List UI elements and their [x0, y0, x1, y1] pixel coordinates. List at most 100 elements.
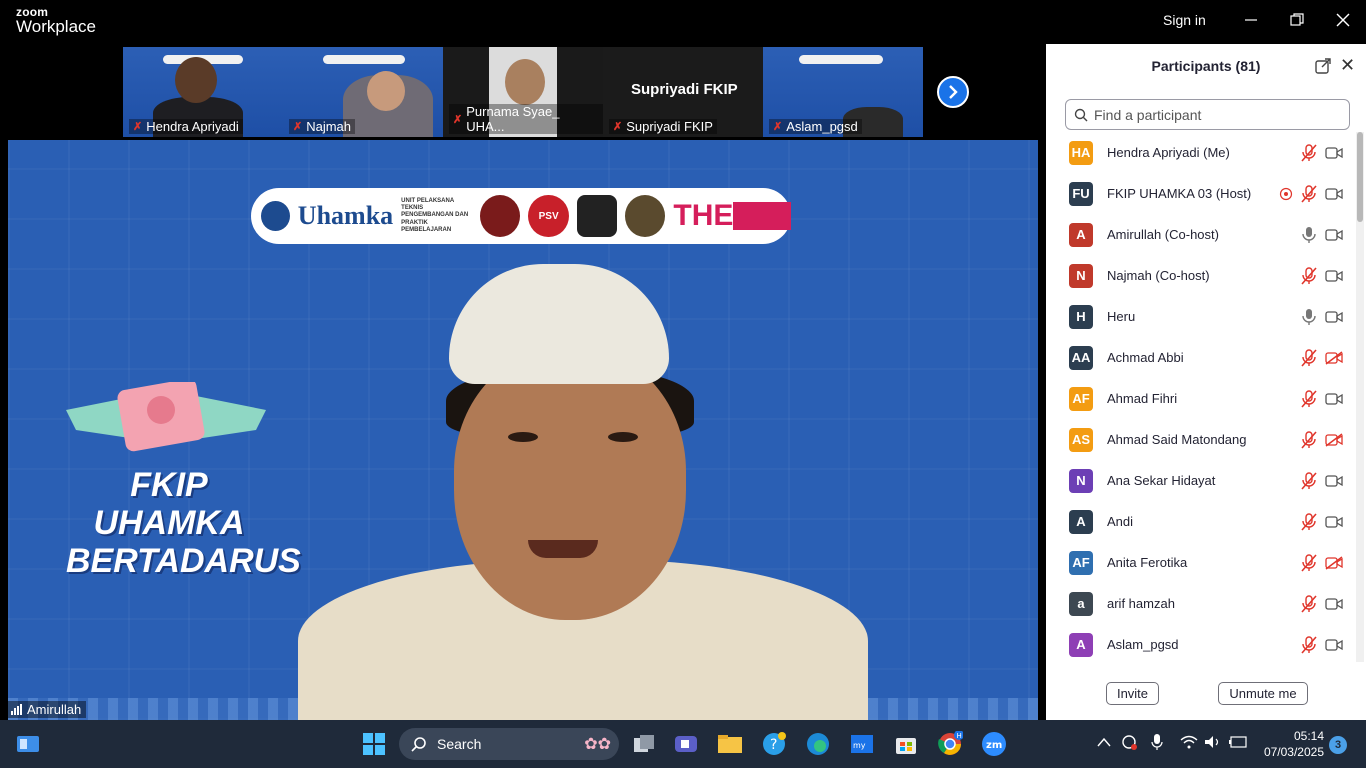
sync-icon[interactable] [1120, 733, 1138, 754]
active-speaker-video[interactable]: Uhamka UNIT PELAKSANA TEKNIS PENGEMBANGA… [8, 140, 1038, 720]
zoom-app-icon[interactable]: zm [980, 730, 1008, 758]
video-camera-icon[interactable] [1325, 636, 1343, 654]
thumbnail-name: ✗ Hendra Apriyadi [129, 119, 243, 134]
meet-icon[interactable] [672, 730, 700, 758]
participant-row[interactable]: A Aslam_pgsd [1046, 624, 1356, 662]
psv-badge: PSV [528, 195, 569, 237]
video-camera-icon[interactable] [1325, 472, 1343, 490]
close-icon[interactable] [1328, 8, 1358, 32]
start-menu-icon[interactable] [360, 730, 388, 758]
mic-muted-icon[interactable] [1300, 348, 1318, 367]
video-camera-icon[interactable] [1325, 390, 1343, 408]
video-camera-icon[interactable] [1325, 267, 1343, 285]
participant-row[interactable]: AF Anita Ferotika [1046, 542, 1356, 583]
participant-row[interactable]: AS Ahmad Said Matondang [1046, 419, 1356, 460]
zoom-window: zoom Workplace Sign in ✗ Hendra Apriyadi … [0, 0, 1366, 768]
participant-name: Aslam_pgsd [1107, 637, 1179, 652]
participant-row[interactable]: N Najmah (Co-host) [1046, 255, 1356, 296]
battery-icon[interactable] [1228, 735, 1248, 752]
invite-button[interactable]: Invite [1106, 682, 1159, 705]
mic-muted-icon[interactable] [1300, 553, 1318, 572]
mic-muted-icon[interactable] [1300, 389, 1318, 408]
sign-in-button[interactable]: Sign in [1163, 12, 1206, 28]
mic-muted-icon[interactable] [1300, 635, 1318, 654]
panel-close-icon[interactable]: ✕ [1340, 55, 1355, 76]
participant-row[interactable]: a arif hamzah [1046, 583, 1356, 624]
video-camera-icon[interactable] [1325, 226, 1343, 244]
mic-muted-icon[interactable] [1300, 266, 1318, 285]
microphone-icon[interactable] [1150, 733, 1164, 754]
thumbnail-name-text: Najmah [306, 119, 352, 134]
participant-row[interactable]: AF Ahmad Fihri [1046, 378, 1356, 419]
mic-muted-icon[interactable] [1300, 143, 1318, 162]
avatar: N [1069, 468, 1093, 493]
participant-search[interactable] [1065, 99, 1350, 130]
participant-row[interactable]: H Heru [1046, 296, 1356, 337]
search-input[interactable] [1094, 106, 1334, 123]
pop-out-icon[interactable] [1314, 57, 1332, 75]
mic-muted-icon[interactable] [1300, 594, 1318, 613]
video-camera-icon[interactable] [1325, 595, 1343, 613]
video-camera-icon[interactable] [1325, 144, 1343, 162]
mic-muted-icon: ✗ [613, 121, 623, 133]
participant-name: Ahmad Said Matondang [1107, 432, 1247, 447]
widgets-icon[interactable] [14, 730, 42, 758]
scrollbar-thumb[interactable] [1357, 132, 1363, 222]
video-off-icon[interactable] [1325, 349, 1343, 367]
myhp-icon[interactable]: my [848, 730, 876, 758]
taskbar-search[interactable]: Search ✿✿ [399, 728, 619, 760]
speaker-eye [508, 432, 538, 442]
mic-muted-icon: ✗ [453, 113, 463, 126]
mic-muted-icon[interactable] [1300, 184, 1318, 203]
file-explorer-icon[interactable] [716, 730, 744, 758]
system-clock[interactable]: 05:14 07/03/2025 [1262, 728, 1324, 760]
thumbnail-video[interactable]: ✗ Aslam_pgsd [763, 47, 923, 137]
chrome-profile-badge: H [957, 732, 962, 740]
video-off-icon[interactable] [1325, 431, 1343, 449]
banner-image [323, 55, 405, 64]
video-camera-icon[interactable] [1325, 308, 1343, 326]
mic-muted-icon[interactable] [1300, 471, 1318, 490]
notification-badge[interactable]: 3 [1329, 736, 1347, 754]
thumbnail-video[interactable]: ✗ Purnama Syae_ UHA... [443, 47, 603, 137]
microsoft-store-icon[interactable] [892, 730, 920, 758]
unmute-me-button[interactable]: Unmute me [1218, 682, 1308, 705]
thumbnail-video[interactable]: ✗ Najmah [283, 47, 443, 137]
edge-browser-icon[interactable] [804, 730, 832, 758]
thumbnail-video[interactable]: ✗ Hendra Apriyadi [123, 47, 283, 137]
wifi-icon[interactable] [1180, 735, 1198, 752]
avatar: AF [1069, 550, 1093, 575]
help-icon[interactable]: ? [760, 730, 788, 758]
clock-date: 07/03/2025 [1263, 745, 1324, 759]
thumbnail-video[interactable]: Supriyadi FKIP ✗ Supriyadi FKIP [603, 47, 763, 137]
taskbar-search-label: Search [437, 736, 482, 752]
participant-row[interactable]: AA Achmad Abbi [1046, 337, 1356, 378]
microphone-icon[interactable] [1300, 308, 1318, 326]
mic-muted-icon[interactable] [1300, 430, 1318, 449]
restore-icon[interactable] [1282, 8, 1312, 32]
avatar: AS [1069, 427, 1093, 452]
thumbnail-name: ✗ Purnama Syae_ UHA... [449, 104, 603, 134]
participant-name: Achmad Abbi [1107, 350, 1184, 365]
participant-row[interactable]: A Amirullah (Co-host) [1046, 214, 1356, 255]
banner-brand: Uhamka [297, 201, 394, 230]
avatar: AF [1069, 386, 1093, 411]
microphone-icon[interactable] [1300, 226, 1318, 244]
video-camera-icon[interactable] [1325, 185, 1343, 203]
chrome-icon[interactable]: H [936, 730, 964, 758]
speaker-face [454, 350, 686, 620]
participant-row[interactable]: A Andi [1046, 501, 1356, 542]
participant-row[interactable]: HA Hendra Apriyadi (Me) [1046, 132, 1356, 173]
volume-icon[interactable] [1204, 735, 1222, 752]
next-page-button[interactable] [937, 76, 969, 108]
task-view-icon[interactable] [630, 730, 658, 758]
participant-row[interactable]: FU FKIP UHAMKA 03 (Host) [1046, 173, 1356, 214]
mic-muted-icon[interactable] [1300, 512, 1318, 531]
show-hidden-icons-icon[interactable] [1097, 734, 1111, 750]
avatar: FU [1069, 181, 1093, 206]
minimize-icon[interactable] [1236, 8, 1266, 32]
participant-row[interactable]: N Ana Sekar Hidayat [1046, 460, 1356, 501]
video-off-icon[interactable] [1325, 554, 1343, 572]
video-camera-icon[interactable] [1325, 513, 1343, 531]
participant-name: Amirullah (Co-host) [1107, 227, 1219, 242]
